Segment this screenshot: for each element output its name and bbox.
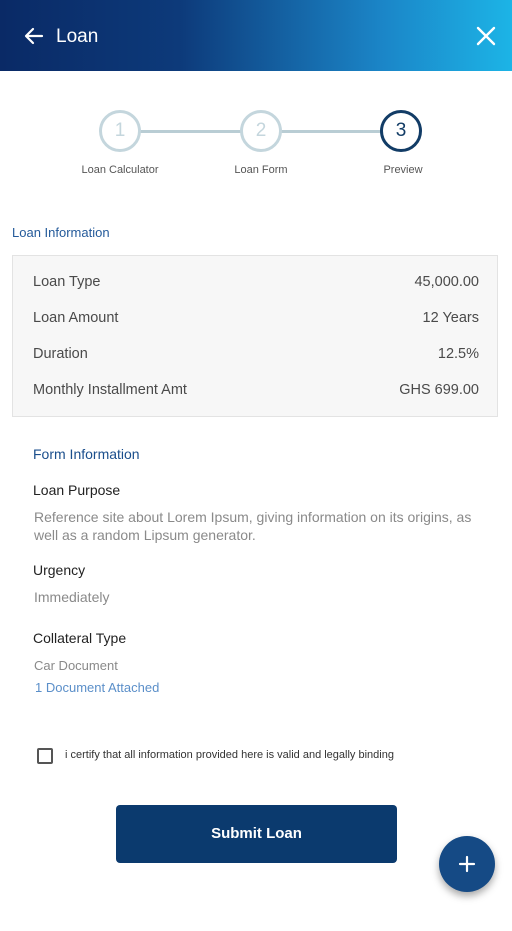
- info-value: GHS 699.00: [399, 382, 479, 398]
- form-info-title: Form Information: [33, 446, 140, 462]
- collateral-type-label: Collateral Type: [33, 630, 127, 646]
- progress-stepper: 1 2 3 Loan Calculator Loan Form Preview: [0, 110, 512, 190]
- step-3-circle[interactable]: 3: [380, 110, 422, 152]
- info-value: 45,000.00: [414, 274, 479, 290]
- certify-label: i certify that all information provided …: [65, 749, 394, 761]
- step-connector: [138, 130, 242, 133]
- collateral-type-value: Car Document: [34, 658, 118, 673]
- loan-info-card: Loan Type 45,000.00 Loan Amount 12 Years…: [12, 255, 498, 417]
- loan-purpose-label: Loan Purpose: [33, 482, 121, 498]
- add-fab-button[interactable]: [439, 836, 495, 892]
- info-row-duration: Duration 12.5%: [33, 346, 479, 366]
- loan-info-title: Loan Information: [12, 225, 110, 240]
- certify-checkbox[interactable]: [37, 748, 53, 764]
- step-1-label: Loan Calculator: [81, 164, 159, 176]
- urgency-label: Urgency: [33, 562, 86, 578]
- info-value: 12.5%: [437, 346, 479, 362]
- back-button[interactable]: [22, 24, 46, 48]
- close-button[interactable]: [474, 24, 498, 48]
- info-row-loan-type: Loan Type 45,000.00: [33, 274, 479, 294]
- step-1-circle[interactable]: 1: [99, 110, 141, 152]
- info-label: Monthly Installment Amt: [33, 382, 187, 398]
- info-value: 12 Years: [422, 310, 479, 326]
- page-title: Loan: [56, 26, 99, 47]
- loan-purpose-value: Reference site about Lorem Ipsum, giving…: [34, 509, 472, 543]
- urgency-value: Immediately: [34, 589, 110, 605]
- step-connector: [279, 130, 382, 133]
- step-2-circle[interactable]: 2: [240, 110, 282, 152]
- document-attached-link[interactable]: 1 Document Attached: [35, 680, 159, 695]
- info-label: Loan Amount: [33, 310, 119, 326]
- info-row-monthly-installment: Monthly Installment Amt GHS 699.00: [33, 382, 479, 402]
- arrow-left-icon: [24, 27, 44, 45]
- info-row-loan-amount: Loan Amount 12 Years: [33, 310, 479, 330]
- plus-icon: [458, 855, 476, 873]
- step-3-label: Preview: [383, 164, 423, 176]
- info-label: Loan Type: [33, 274, 101, 290]
- app-header: Loan: [0, 0, 512, 71]
- submit-loan-button[interactable]: Submit Loan: [116, 805, 397, 863]
- info-label: Duration: [33, 346, 88, 362]
- close-icon: [476, 26, 496, 46]
- step-2-label: Loan Form: [234, 164, 288, 176]
